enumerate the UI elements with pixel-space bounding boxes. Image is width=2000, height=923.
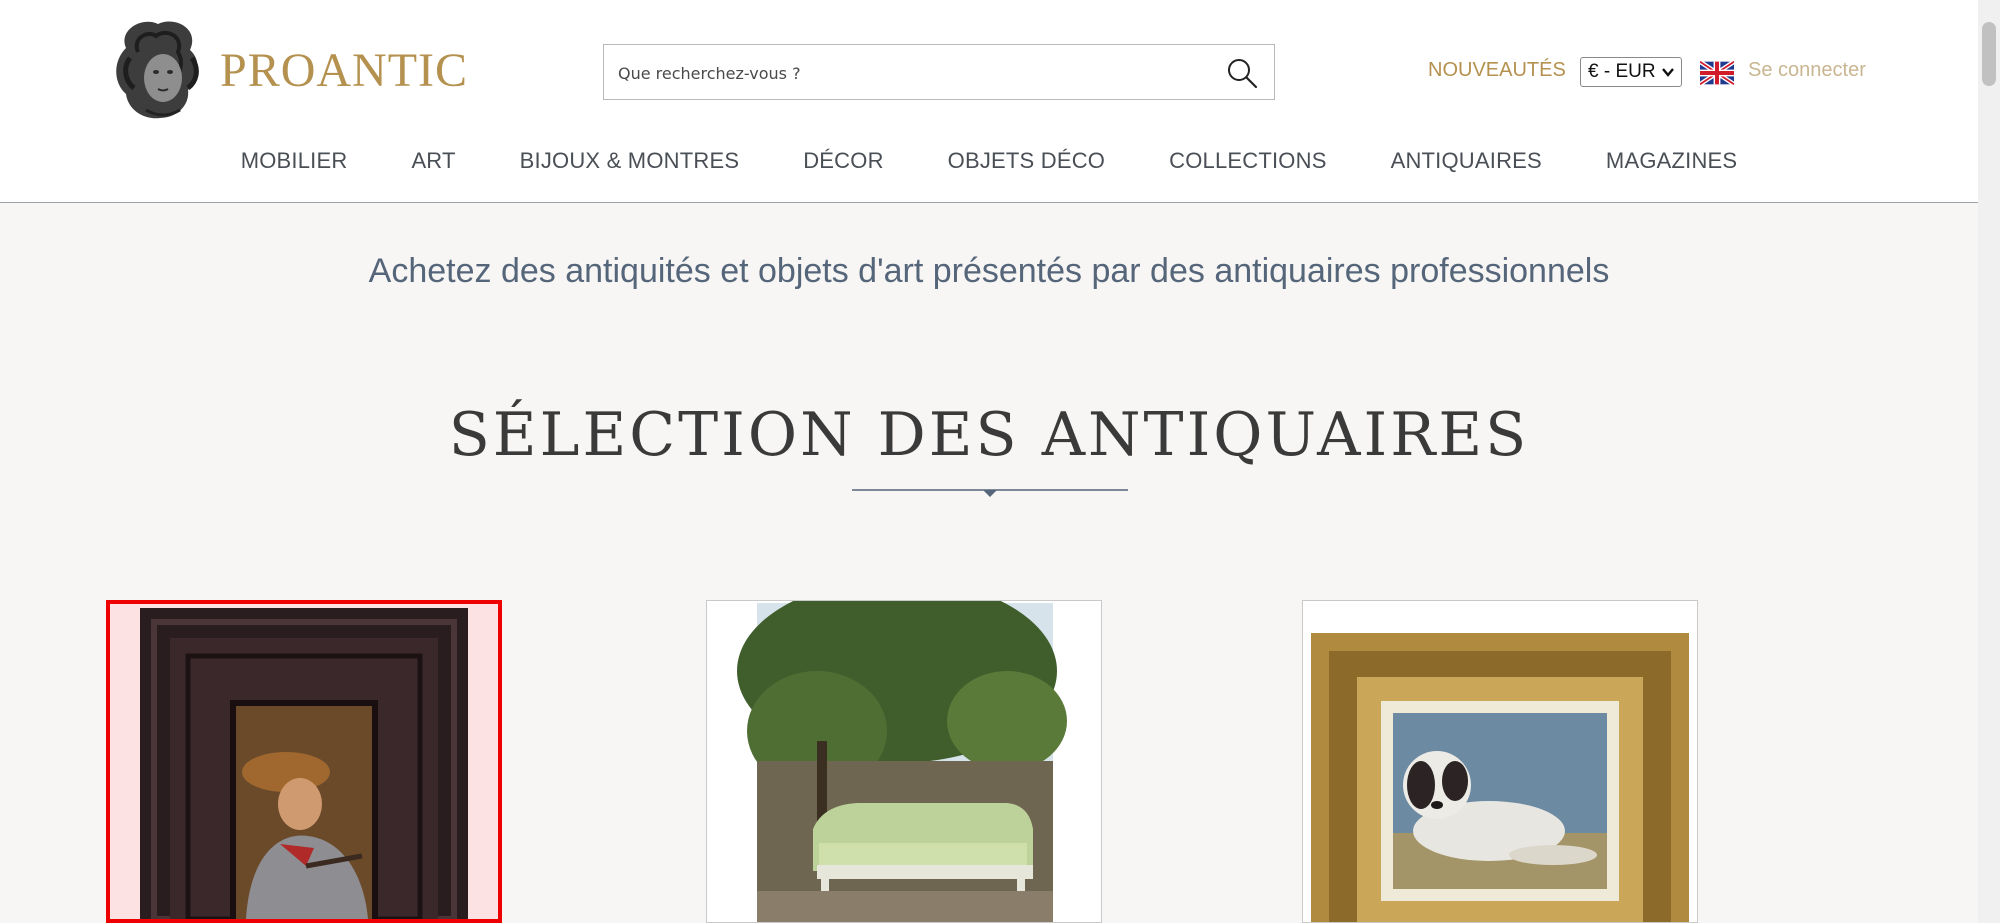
nav-item-mobilier[interactable]: MOBILIER	[241, 148, 348, 174]
site-header: PROANTIC NOUVEAUTÉS € - EUR Se connecter	[0, 0, 1978, 203]
uk-flag-icon[interactable]	[1700, 61, 1734, 85]
chevron-down-icon	[1662, 68, 1674, 77]
nav-item-magazines[interactable]: MAGAZINES	[1606, 148, 1737, 174]
scrollbar-thumb[interactable]	[1982, 22, 1996, 86]
logo-bust-icon	[116, 21, 199, 119]
nav-item-bijoux-montres[interactable]: BIJOUX & MONTRES	[520, 148, 740, 174]
nav-item-decor[interactable]: DÉCOR	[803, 148, 883, 174]
vertical-scrollbar[interactable]	[1978, 0, 2000, 923]
product-card-settee[interactable]	[706, 600, 1102, 923]
site-logo[interactable]: PROANTIC	[108, 18, 468, 122]
title-divider	[852, 489, 1128, 497]
page-tagline: Achetez des antiquités et objets d'art p…	[368, 252, 1610, 290]
nav-item-art[interactable]: ART	[411, 148, 455, 174]
currency-select[interactable]: € - EUR	[1580, 57, 1682, 87]
section-title: SÉLECTION DES ANTIQUAIRES	[448, 400, 1530, 470]
login-link[interactable]: Se connecter	[1748, 59, 1866, 82]
search-icon[interactable]	[1226, 57, 1258, 89]
nav-item-antiquaires[interactable]: ANTIQUAIRES	[1391, 148, 1542, 174]
dog-painting-image	[1303, 601, 1697, 922]
main-nav: MOBILIER ART BIJOUX & MONTRES DÉCOR OBJE…	[0, 148, 1978, 174]
settee-garden-image	[707, 601, 1101, 922]
nav-item-collections[interactable]: COLLECTIONS	[1169, 148, 1326, 174]
portrait-painting-image	[110, 604, 498, 919]
page: PROANTIC NOUVEAUTÉS € - EUR Se connecter	[0, 0, 1978, 923]
product-card-dog-painting[interactable]	[1302, 600, 1698, 923]
logo-text: PROANTIC	[220, 43, 469, 97]
product-card-portrait[interactable]	[106, 600, 502, 923]
currency-value: € - EUR	[1588, 61, 1656, 82]
nav-item-objets-deco[interactable]: OBJETS DÉCO	[948, 148, 1105, 174]
search-box	[603, 44, 1275, 101]
new-items-link[interactable]: NOUVEAUTÉS	[1428, 59, 1566, 82]
search-input[interactable]	[616, 45, 1200, 101]
